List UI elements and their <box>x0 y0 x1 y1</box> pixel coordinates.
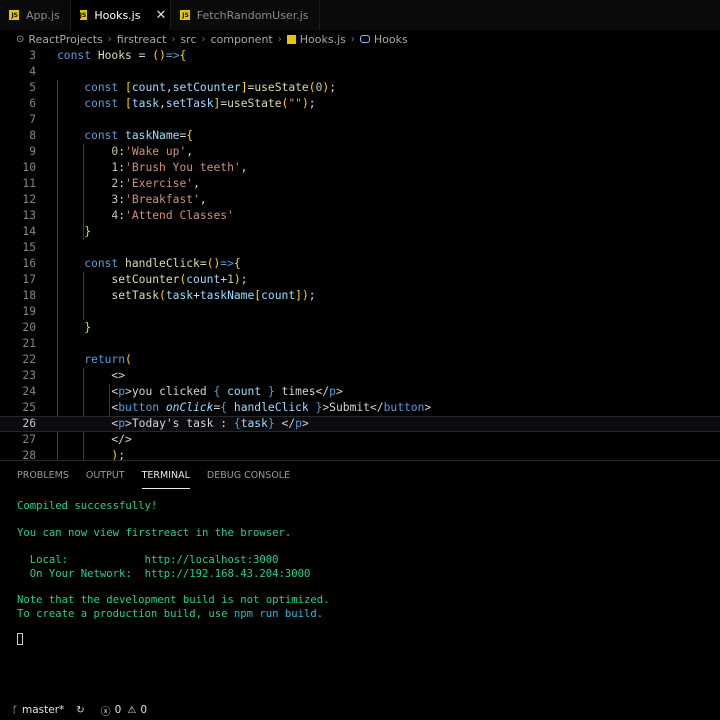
breadcrumb: ⊙ ReactProjects › firstreact › src › compon… <box>0 30 720 48</box>
code-editor[interactable]: 3 const Hooks = ()=>{ 4 5 const [count,se… <box>0 48 720 460</box>
code-line: 8 const taskName={ <box>29 129 194 142</box>
code-line: 24 <p>you clicked { count } times</p> <box>22 385 343 398</box>
breadcrumb-item[interactable]: component <box>211 33 273 46</box>
breadcrumb-item[interactable]: Hooks.js <box>300 33 346 46</box>
sync-button[interactable]: ↻ <box>76 705 88 716</box>
tab-hooks-js[interactable]: JS Hooks.js ✕ <box>70 0 171 30</box>
terminal-line: On Your Network: http://192.168.43.204:3… <box>17 568 311 580</box>
code-line: 15 <box>22 241 36 254</box>
breadcrumb-item[interactable]: src <box>180 33 196 46</box>
code-line: 17 setCounter(count+1); <box>22 273 248 286</box>
js-file-icon: JS <box>9 10 19 20</box>
status-bar: ᚴ master* ↻ ⓧ 0 ⚠ 0 <box>0 700 720 720</box>
folder-icon: ⊙ <box>16 33 25 45</box>
js-file-icon <box>286 34 296 44</box>
code-line-current: 26 <p>Today's task : {task} </p> <box>0 416 720 432</box>
terminal-output[interactable]: Compiled successfully! You can now view … <box>17 499 330 645</box>
symbol-icon <box>359 35 370 43</box>
code-line: 14 } <box>22 225 92 238</box>
code-line: 10 1:'Brush You teeth', <box>22 161 248 174</box>
chevron-right-icon: › <box>201 33 206 45</box>
code-line: 22 return( <box>22 353 132 366</box>
code-line: 28 ); <box>22 449 126 460</box>
problems-indicator[interactable]: ⓧ 0 ⚠ 0 <box>101 703 147 718</box>
code-line: 20 } <box>22 321 92 334</box>
code-line: 23 <> <box>22 369 126 382</box>
tab-problems[interactable]: PROBLEMS <box>17 461 69 489</box>
code-line: 9 0:'Wake up', <box>29 145 194 158</box>
code-line: 16 const handleClick=()=>{ <box>22 257 241 270</box>
code-line: 6 const [task,setTask]=useState(""); <box>29 97 316 110</box>
js-file-icon: JS <box>179 10 190 20</box>
breadcrumb-item[interactable]: ReactProjects <box>28 33 102 46</box>
code-line: 27 </> <box>22 433 132 446</box>
code-line: 7 <box>29 113 36 126</box>
code-line: 18 setTask(task+taskName[count]); <box>22 289 316 302</box>
bottom-panel: PROBLEMS OUTPUT TERMINAL DEBUG CONSOLE C… <box>0 460 720 700</box>
code-line: 5 const [count,setCounter]=useState(0); <box>29 81 336 94</box>
terminal-line: Local: http://localhost:3000 <box>17 554 279 566</box>
terminal-line: To create a production build, use npm ru… <box>17 608 324 620</box>
code-line: 25 <button onClick={ handleClick }>Submi… <box>22 401 432 414</box>
code-line: 13 4:'Attend Classes' <box>22 209 234 222</box>
git-branch-icon: ᚴ <box>12 704 18 716</box>
terminal-line: Note that the development build is not o… <box>17 594 330 606</box>
error-icon: ⓧ <box>100 706 111 718</box>
breadcrumb-item[interactable]: Hooks <box>374 33 408 46</box>
terminal-line: You can now view firstreact in the brows… <box>17 527 292 539</box>
panel-tabs: PROBLEMS OUTPUT TERMINAL DEBUG CONSOLE <box>17 461 307 489</box>
tab-output[interactable]: OUTPUT <box>86 461 125 489</box>
close-icon[interactable]: ✕ <box>155 8 166 23</box>
code-line: 3 const Hooks = ()=>{ <box>29 49 187 62</box>
chevron-right-icon: › <box>350 33 355 45</box>
tab-debug-console[interactable]: DEBUG CONSOLE <box>207 461 290 489</box>
code-line: 19 <box>22 305 36 318</box>
code-line: 12 3:'Breakfast', <box>22 193 207 206</box>
tab-terminal[interactable]: TERMINAL <box>141 461 190 489</box>
sync-icon: ↻ <box>76 704 85 716</box>
warning-icon: ⚠ <box>127 704 137 716</box>
chevron-right-icon: › <box>277 33 282 45</box>
tab-fetchrandomuser-js[interactable]: JS FetchRandomUser.js <box>171 0 320 30</box>
tab-app-js[interactable]: JS App.js <box>0 0 71 30</box>
branch-indicator[interactable]: ᚴ master* <box>12 704 64 716</box>
code-line: 21 <box>22 337 36 350</box>
js-file-icon: JS <box>79 10 88 20</box>
code-line: 11 2:'Exercise', <box>22 177 200 190</box>
editor-tabs: JS App.js JS Hooks.js ✕ JS FetchRandomUser.j… <box>0 0 720 30</box>
chevron-right-icon: › <box>107 33 112 45</box>
terminal-line: Compiled successfully! <box>17 500 158 512</box>
code-line: 4 <box>29 65 36 78</box>
chevron-right-icon: › <box>171 33 176 45</box>
breadcrumb-item[interactable]: firstreact <box>117 33 167 46</box>
terminal-cursor <box>17 633 23 645</box>
